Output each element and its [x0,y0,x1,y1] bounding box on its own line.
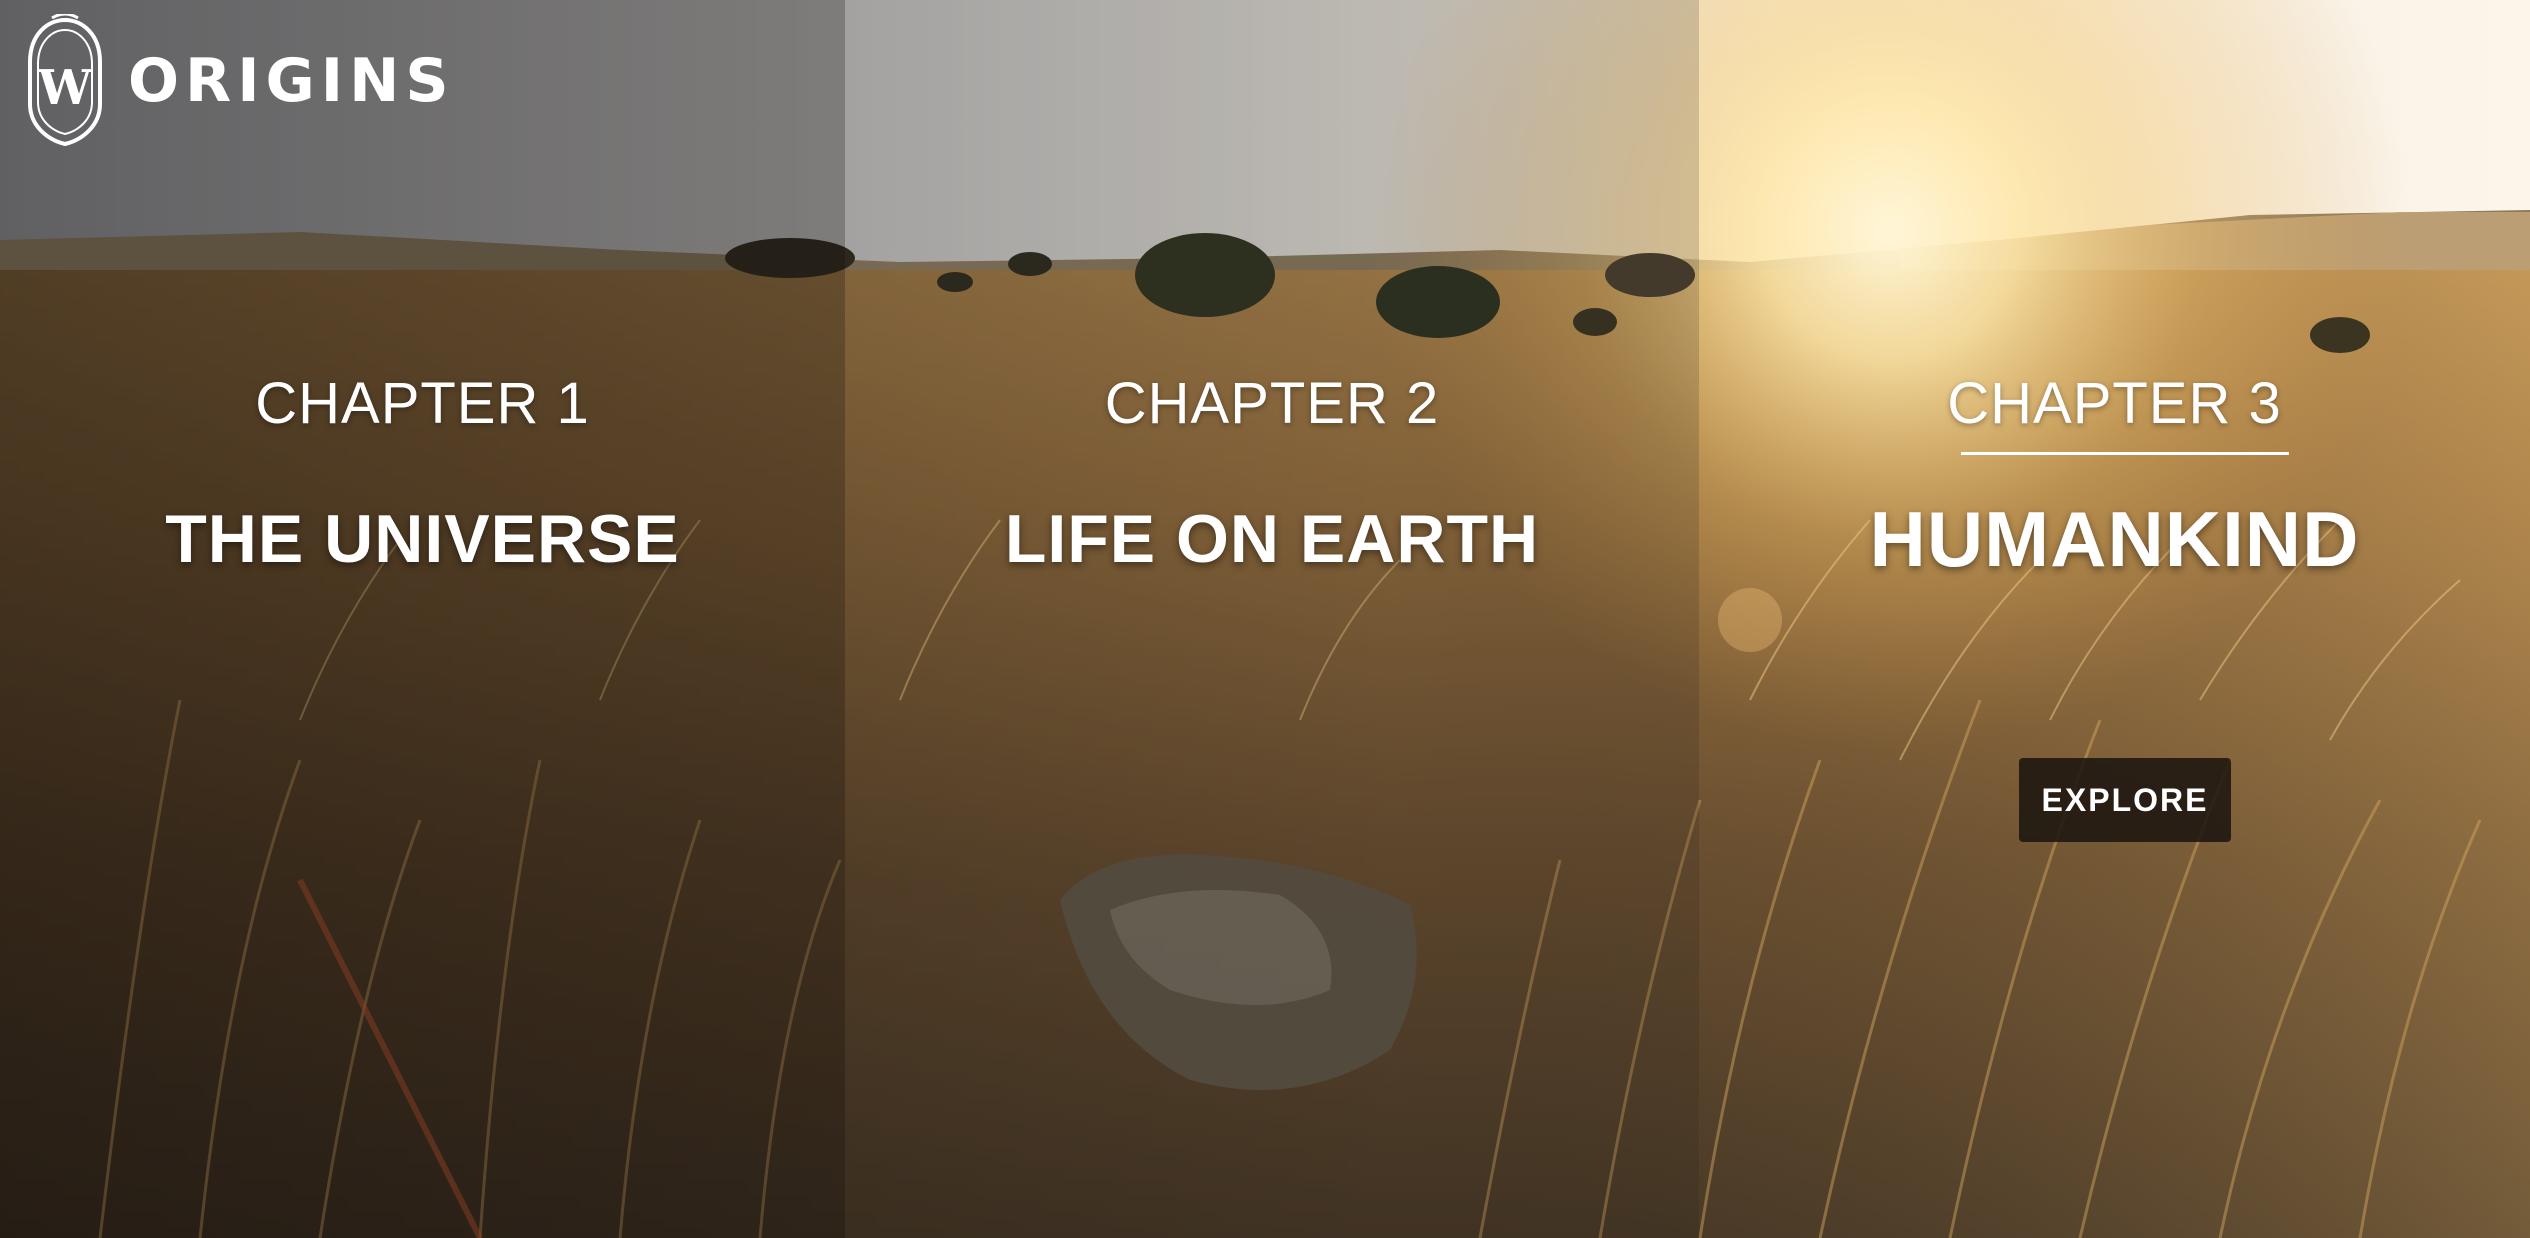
active-chapter-underline [1961,452,2289,455]
chapter-2-label: CHAPTER 2 [1104,371,1440,436]
chapter-2-panel[interactable]: CHAPTER 2 LIFE ON EARTH [845,0,1699,1238]
chapter-3-title[interactable]: HUMANKIND [1699,494,2530,585]
chapter-3-panel[interactable]: CHAPTER 3 HUMANKIND EXPLORE [1699,0,2530,1238]
crest-icon: W [28,14,102,147]
svg-text:W: W [37,60,93,116]
explore-button[interactable]: EXPLORE [2019,758,2231,842]
chapter-2-title[interactable]: LIFE ON EARTH [845,500,1699,578]
landing-page: CHAPTER 1 THE UNIVERSE CHAPTER 2 LIFE ON… [0,0,2530,1238]
chapter-1-title[interactable]: THE UNIVERSE [0,500,845,578]
site-title[interactable]: ORIGINS [128,46,455,116]
chapter-1-label: CHAPTER 1 [255,371,590,436]
site-logo[interactable]: W ORIGINS [22,14,455,148]
chapter-3-label: CHAPTER 3 [1947,371,2282,436]
chapter-1-panel[interactable]: CHAPTER 1 THE UNIVERSE [0,0,845,1238]
